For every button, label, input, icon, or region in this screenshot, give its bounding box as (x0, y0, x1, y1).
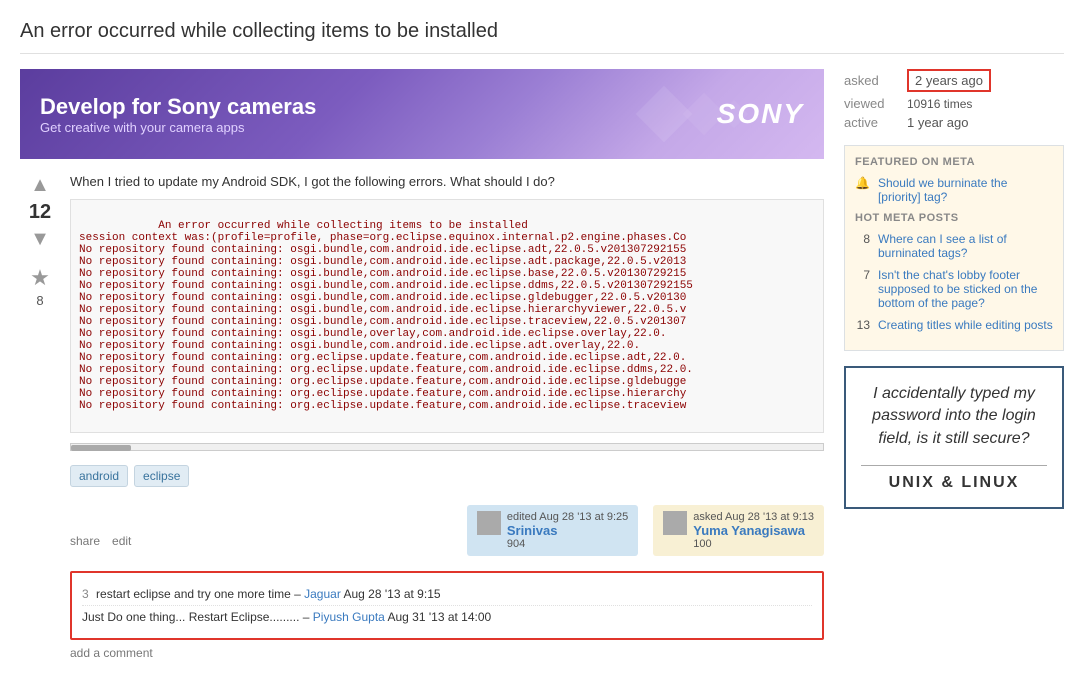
code-no-repo-lines: No repository found containing: osgi.bun… (79, 244, 693, 412)
code-error-line: An error occurred while collecting items… (79, 220, 686, 244)
hot-item-1-link[interactable]: Where can I see a list of burninated tag… (878, 232, 1053, 260)
tag-eclipse[interactable]: eclipse (134, 465, 189, 487)
edited-meta-inner: edited Aug 28 '13 at 9:25 Srinivas 904 (477, 511, 628, 550)
sidebar-ad[interactable]: I accidentally typed my password into th… (844, 366, 1064, 509)
sidebar-ad-footer: Unix & Linux (861, 474, 1047, 492)
comment-2-user[interactable]: Piyush Gupta (313, 610, 385, 624)
hot-item-2: 7 Isn't the chat's lobby footer supposed… (855, 268, 1053, 310)
asked-meta-inner: asked Aug 28 '13 at 9:13 Yuma Yanagisawa… (663, 511, 814, 550)
sidebar-stats: asked 2 years ago viewed 10916 times act… (844, 69, 1064, 130)
comments-section: 3 restart eclipse and try one more time … (70, 571, 824, 640)
question-intro: When I tried to update my Android SDK, I… (70, 174, 824, 189)
hot-meta-title: HOT META POSTS (855, 212, 1053, 224)
hot-item-2-link[interactable]: Isn't the chat's lobby footer supposed t… (878, 268, 1053, 310)
asked-badges: 100 (693, 538, 814, 550)
sidebar: asked 2 years ago viewed 10916 times act… (844, 69, 1064, 660)
comment-1-text: restart eclipse and try one more time – (96, 587, 304, 601)
asked-stat-value: 2 years ago (907, 69, 991, 92)
active-stat-value: 1 year ago (907, 115, 968, 130)
edited-label: edited Aug 28 '13 at 9:25 (507, 511, 628, 523)
scroll-thumb[interactable] (71, 445, 131, 451)
vote-count: 12 (29, 201, 51, 224)
hot-item-1-count: 8 (855, 232, 870, 260)
active-stat-label: active (844, 115, 899, 130)
edited-label-text: edited (507, 511, 537, 523)
featured-meta-title: FEATURED ON META (855, 156, 1053, 168)
fav-count: 8 (36, 293, 43, 308)
scrollbar[interactable] (70, 443, 824, 455)
hot-item-1: 8 Where can I see a list of burninated t… (855, 232, 1053, 260)
asked-label: asked Aug 28 '13 at 9:13 (693, 511, 814, 523)
ad-banner-text: Develop for Sony cameras Get creative wi… (40, 94, 316, 135)
featured-item-1: 🔔 Should we burninate the [priority] tag… (855, 176, 1053, 204)
ad-banner-heading: Develop for Sony cameras (40, 94, 316, 120)
share-button[interactable]: share (70, 534, 100, 548)
hot-item-3-link[interactable]: Creating titles while editing posts (878, 318, 1053, 332)
asked-stat-label: asked (844, 73, 899, 88)
asked-date: Aug 28 '13 at 9:13 (725, 511, 814, 523)
comment-1-user[interactable]: Jaguar (304, 587, 341, 601)
sidebar-ad-text: I accidentally typed my password into th… (861, 383, 1047, 450)
add-comment-button[interactable]: add a comment (70, 646, 824, 660)
edit-button[interactable]: edit (112, 534, 131, 548)
comment-1-vote: 3 (82, 587, 89, 601)
comment-1-date: Aug 28 '13 at 9:15 (344, 587, 441, 601)
question-area: ▲ 12 ▼ ★ 8 When I tried to update my And… (20, 174, 824, 660)
question-body: When I tried to update my Android SDK, I… (70, 174, 824, 660)
favorite-section: ★ 8 (30, 265, 50, 308)
post-actions: share edit (70, 534, 131, 548)
edited-avatar (477, 511, 501, 535)
viewed-stat-label: viewed (844, 96, 899, 111)
tags-container: android eclipse (70, 465, 824, 487)
featured-item-1-icon: 🔔 (855, 176, 870, 204)
page-title: An error occurred while collecting items… (20, 20, 1064, 54)
hot-item-3-count: 13 (855, 318, 870, 332)
featured-meta-box: FEATURED ON META 🔔 Should we burninate t… (844, 145, 1064, 351)
comment-2: Just Do one thing... Restart Eclipse....… (82, 606, 812, 628)
vote-section: ▲ 12 ▼ ★ 8 (20, 174, 60, 660)
edited-meta-card: edited Aug 28 '13 at 9:25 Srinivas 904 (467, 505, 638, 556)
edited-user[interactable]: Srinivas (507, 523, 628, 538)
page-container: An error occurred while collecting items… (0, 0, 1084, 680)
asked-stat-row: asked 2 years ago (844, 69, 1064, 92)
hot-item-2-count: 7 (855, 268, 870, 310)
vote-down-button[interactable]: ▼ (30, 228, 50, 251)
ad-banner-subtext: Get creative with your camera apps (40, 120, 316, 135)
hot-item-3: 13 Creating titles while editing posts (855, 318, 1053, 332)
favorite-button[interactable]: ★ (30, 265, 50, 291)
scroll-track (70, 443, 824, 451)
comment-2-date: Aug 31 '13 at 14:00 (388, 610, 492, 624)
post-meta: edited Aug 28 '13 at 9:25 Srinivas 904 (467, 505, 824, 556)
content-area: Develop for Sony cameras Get creative wi… (20, 69, 824, 660)
vote-up-button[interactable]: ▲ (30, 174, 50, 197)
featured-item-1-link[interactable]: Should we burninate the [priority] tag? (878, 176, 1053, 204)
edited-date: Aug 28 '13 at 9:25 (539, 511, 628, 523)
tag-android[interactable]: android (70, 465, 128, 487)
asked-meta-card: asked Aug 28 '13 at 9:13 Yuma Yanagisawa… (653, 505, 824, 556)
asked-meta-details: asked Aug 28 '13 at 9:13 Yuma Yanagisawa… (693, 511, 814, 550)
code-block[interactable]: An error occurred while collecting items… (70, 199, 824, 433)
asked-label-text: asked (693, 511, 722, 523)
asked-user[interactable]: Yuma Yanagisawa (693, 523, 814, 538)
comment-1: 3 restart eclipse and try one more time … (82, 583, 812, 606)
ad-banner-shapes (644, 69, 744, 159)
edited-meta-details: edited Aug 28 '13 at 9:25 Srinivas 904 (507, 511, 628, 550)
viewed-stat-row: viewed 10916 times (844, 96, 1064, 111)
ad-banner[interactable]: Develop for Sony cameras Get creative wi… (20, 69, 824, 159)
viewed-stat-value: 10916 times (907, 97, 972, 111)
comment-2-text: Just Do one thing... Restart Eclipse....… (82, 610, 313, 624)
asked-avatar (663, 511, 687, 535)
main-layout: Develop for Sony cameras Get creative wi… (20, 69, 1064, 660)
edited-badges: 904 (507, 538, 628, 550)
active-stat-row: active 1 year ago (844, 115, 1064, 130)
